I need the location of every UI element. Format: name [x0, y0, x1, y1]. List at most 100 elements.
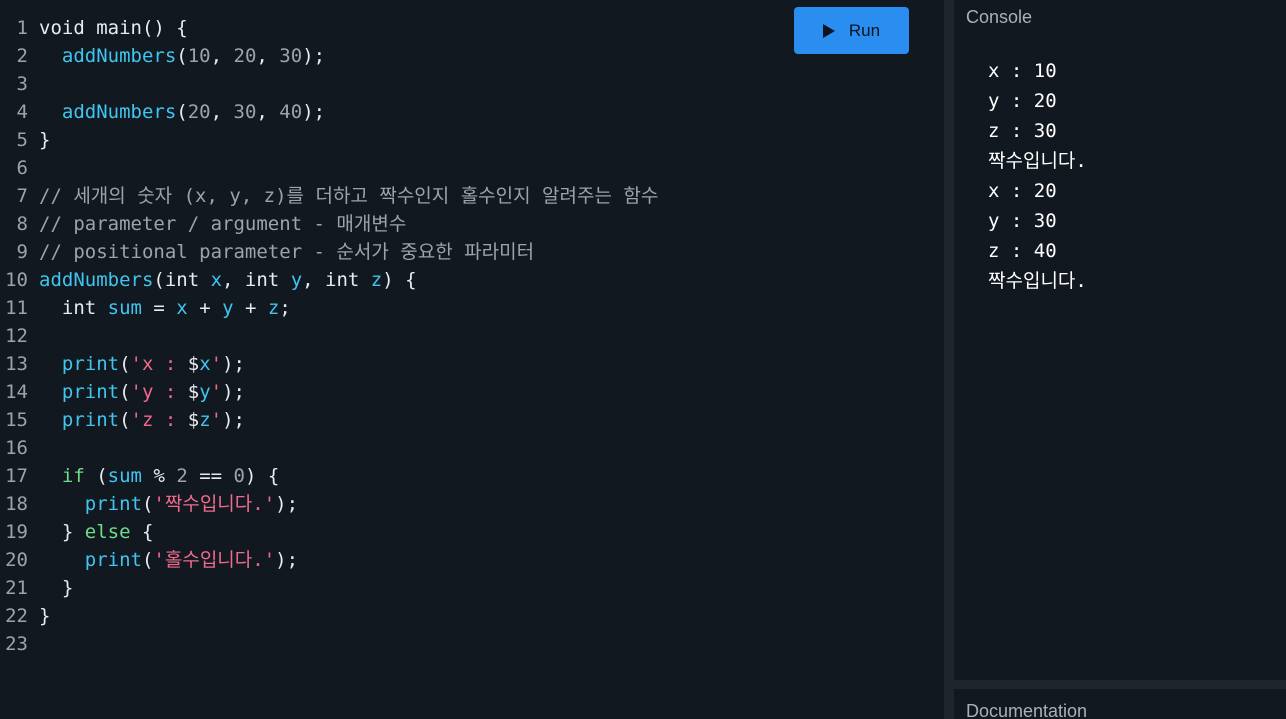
code-text: print('짝수입니다.');: [39, 490, 298, 518]
vertical-splitter[interactable]: [944, 0, 954, 719]
run-button[interactable]: Run: [794, 7, 909, 54]
code-line[interactable]: 4 addNumbers(20, 30, 40);: [0, 98, 658, 126]
code-token: );: [275, 493, 299, 515]
code-token: 10: [187, 45, 211, 67]
run-button-label: Run: [848, 20, 881, 40]
code-token: addNumbers: [61, 45, 177, 67]
code-token: // parameter / argument - 매개변수: [39, 213, 407, 235]
code-token: ) {: [245, 465, 280, 487]
code-token: y: [290, 269, 303, 291]
code-token: {: [130, 521, 154, 543]
line-number: 10: [5, 269, 28, 291]
code-token: sum: [107, 465, 142, 487]
code-token: (: [176, 101, 188, 123]
code-lines[interactable]: 1 void main() {2 addNumbers(10, 20, 30); 3…: [0, 14, 658, 658]
code-editor[interactable]: 1 void main() {2 addNumbers(10, 20, 30); 3…: [0, 0, 944, 719]
code-line[interactable]: 15 print('z : $z');: [0, 406, 658, 434]
code-token: void main() {: [39, 17, 188, 39]
code-token: int: [39, 297, 108, 319]
code-token: (: [119, 409, 131, 431]
line-number: 3: [16, 73, 28, 95]
code-text: void main() {: [39, 14, 188, 42]
code-line[interactable]: 21 }: [0, 574, 658, 602]
code-line[interactable]: 5}: [0, 126, 658, 154]
code-line[interactable]: 2 addNumbers(10, 20, 30);: [0, 42, 658, 70]
code-token: );: [302, 45, 326, 67]
code-line[interactable]: 9 // positional parameter - 순서가 중요한 파라미터: [0, 238, 658, 266]
console-line: 짝수입니다.: [988, 270, 1087, 292]
code-token: );: [222, 409, 245, 431]
code-text: } else {: [39, 518, 154, 546]
code-line[interactable]: 20 print('홀수입니다.');: [0, 546, 658, 574]
play-icon: [822, 23, 835, 38]
code-token: }: [39, 577, 74, 599]
code-token: }: [39, 521, 85, 543]
line-number: 19: [5, 521, 28, 543]
code-token: $: [187, 381, 200, 403]
code-token: x: [210, 269, 223, 291]
code-line[interactable]: 10 addNumbers(int x, int y, int z) {: [0, 266, 658, 294]
code-token: // positional parameter - 순서가 중요한 파라미터: [39, 241, 535, 263]
console-line: z : 30: [988, 120, 1057, 142]
code-token: 'x :: [130, 353, 188, 375]
code-line[interactable]: 17 if (sum % 2 == 0) {: [0, 462, 658, 490]
console-line: x : 20: [988, 180, 1057, 202]
code-token: if: [61, 465, 85, 487]
code-token: );: [222, 353, 245, 375]
code-token: (: [84, 465, 108, 487]
console-line: 짝수입니다.: [988, 150, 1087, 172]
horizontal-splitter[interactable]: [954, 680, 1286, 689]
code-text: // parameter / argument - 매개변수: [39, 210, 406, 238]
code-line[interactable]: 7 // 세개의 숫자 (x, y, z)를 더하고 짝수인지 홀수인지 알려주는…: [0, 182, 659, 210]
code-line[interactable]: 22}: [0, 602, 658, 630]
code-token: (: [141, 549, 154, 571]
console-panel: Console x : 10 y : 20 z : 30 짝수입니다. x : 20 y …: [954, 0, 1286, 680]
code-token: x: [176, 297, 188, 319]
code-token: 40: [279, 101, 303, 123]
code-line[interactable]: 18 print('짝수입니다.');: [0, 490, 658, 518]
code-line[interactable]: 11 int sum = x + y + z;: [0, 294, 658, 322]
code-line[interactable]: 19 } else {: [0, 518, 658, 546]
code-text: // 세개의 숫자 (x, y, z)를 더하고 짝수인지 홀수인지 알려주는 …: [39, 182, 658, 210]
code-token: 'y :: [130, 381, 188, 403]
line-number: 14: [5, 381, 28, 403]
code-line[interactable]: 8 // parameter / argument - 매개변수: [0, 210, 658, 238]
code-token: =: [141, 297, 177, 319]
line-number: 6: [16, 157, 28, 179]
code-token: ==: [187, 465, 234, 487]
line-number: 23: [5, 633, 28, 655]
console-line: y : 30: [988, 210, 1057, 232]
code-token: 'z :: [130, 409, 188, 431]
code-text: }: [39, 602, 50, 630]
code-token: ': [210, 409, 223, 431]
code-token: }: [39, 605, 51, 627]
code-line[interactable]: 13 print('x : $x');: [0, 350, 658, 378]
code-token: z: [370, 269, 383, 291]
dartpad-app: 1 void main() {2 addNumbers(10, 20, 30); 3…: [0, 0, 1286, 719]
code-token: 30: [279, 45, 303, 67]
code-line[interactable]: 23: [0, 630, 658, 658]
code-line[interactable]: 1 void main() {: [0, 14, 658, 42]
documentation-panel: Documentation: [954, 689, 1286, 719]
line-number: 16: [5, 437, 28, 459]
code-token: ;: [279, 297, 291, 319]
code-line[interactable]: 14 print('y : $y');: [0, 378, 658, 406]
line-number: 4: [16, 101, 28, 123]
code-line[interactable]: 6: [0, 154, 658, 182]
code-line[interactable]: 16: [0, 434, 658, 462]
code-token: y: [199, 381, 211, 403]
code-line[interactable]: 3: [0, 70, 658, 98]
documentation-title: Documentation: [966, 701, 1088, 719]
line-number: 21: [5, 577, 28, 599]
line-number: 9: [16, 241, 28, 263]
code-token: (int: [153, 269, 211, 291]
code-text: addNumbers(int x, int y, int z) {: [39, 266, 417, 294]
console-output: x : 10 y : 20 z : 30 짝수입니다. x : 20 y : 30 z : …: [988, 56, 1087, 296]
code-token: ,: [210, 101, 234, 123]
code-token: addNumbers: [39, 269, 154, 291]
code-line[interactable]: 12: [0, 322, 658, 350]
code-token: %: [142, 465, 177, 487]
code-text: print('홀수입니다.');: [39, 546, 298, 574]
